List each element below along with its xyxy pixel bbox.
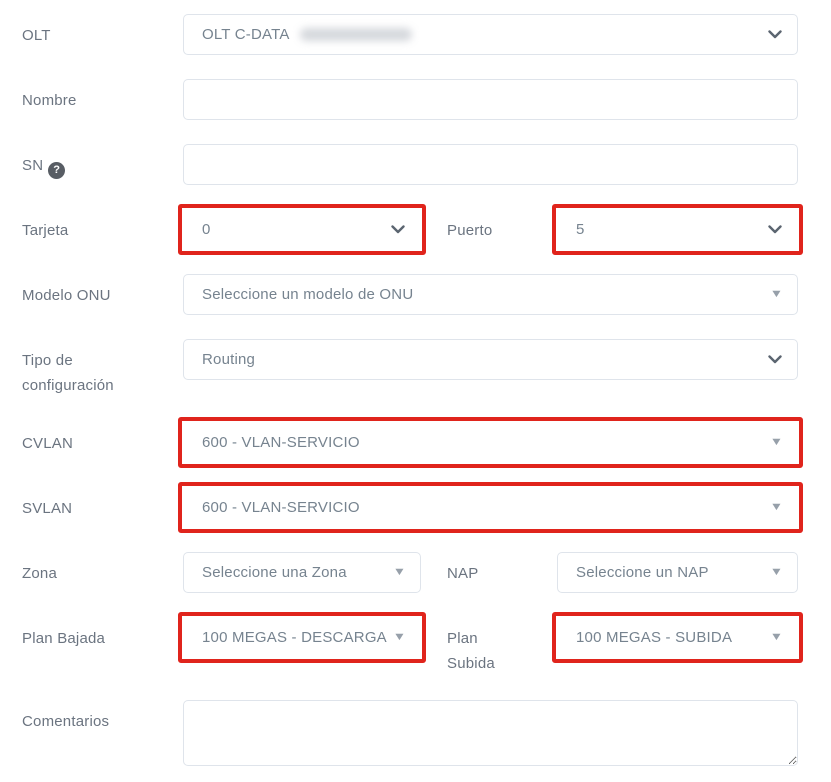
modelo-onu-selected-value: Seleccione un modelo de ONU — [202, 286, 413, 303]
plan-bajada-highlight-outline: 100 MEGAS - DESCARGA ▼ — [178, 612, 426, 663]
form-row-zona-nap: Zona Seleccione una Zona ▼ NAP Seleccion… — [22, 552, 798, 593]
form-row-sn: SN? — [22, 144, 798, 185]
chevron-down-icon — [768, 30, 782, 39]
nombre-label-text: Nombre — [22, 92, 77, 109]
tarjeta-highlight-outline: 0 — [178, 204, 426, 255]
nap-selected-value: Seleccione un NAP — [576, 564, 709, 581]
triangle-down-icon: ▼ — [393, 632, 407, 643]
puerto-select[interactable]: 5 — [557, 209, 798, 250]
cvlan-label: CVLAN — [22, 422, 183, 456]
plan-subida-select[interactable]: 100 MEGAS - SUBIDA ▼ — [557, 617, 798, 658]
form-row-comentarios: Comentarios — [22, 700, 798, 766]
form-row-nombre: Nombre — [22, 79, 798, 120]
puerto-selected-value: 5 — [576, 221, 585, 238]
onu-authorization-form: OLT OLT C-DATA Nombre SN? Tarjeta — [0, 0, 831, 782]
svlan-label: SVLAN — [22, 487, 183, 521]
sn-label-text: SN — [22, 157, 43, 174]
puerto-label-text: Puerto — [447, 222, 492, 239]
cvlan-select[interactable]: 600 - VLAN-SERVICIO ▼ — [183, 422, 798, 463]
tarjeta-label: Tarjeta — [22, 209, 183, 243]
tipo-configuracion-label-text: Tipo de configuración — [22, 352, 114, 394]
tipo-configuracion-selected-value: Routing — [202, 351, 255, 368]
cvlan-label-text: CVLAN — [22, 435, 73, 452]
triangle-down-icon: ▼ — [770, 502, 784, 513]
plan-subida-selected-value: 100 MEGAS - SUBIDA — [576, 629, 732, 646]
sn-input[interactable] — [183, 144, 798, 185]
form-row-planes: Plan Bajada 100 MEGAS - DESCARGA ▼ Plan … — [22, 617, 798, 676]
form-row-modelo-onu: Modelo ONU Seleccione un modelo de ONU ▼ — [22, 274, 798, 315]
chevron-down-icon — [768, 225, 782, 234]
modelo-onu-select[interactable]: Seleccione un modelo de ONU ▼ — [183, 274, 798, 315]
comentarios-label-text: Comentarios — [22, 713, 109, 730]
cvlan-highlight-outline: 600 - VLAN-SERVICIO ▼ — [178, 417, 803, 468]
form-row-tipo-configuracion: Tipo de configuración Routing — [22, 339, 798, 398]
cvlan-selected-value: 600 - VLAN-SERVICIO — [202, 434, 360, 451]
form-row-olt: OLT OLT C-DATA — [22, 14, 798, 55]
triangle-down-icon: ▼ — [770, 632, 784, 643]
puerto-label: Puerto — [421, 209, 557, 243]
olt-selected-value: OLT C-DATA — [202, 26, 290, 43]
modelo-onu-label-text: Modelo ONU — [22, 287, 111, 304]
plan-bajada-selected-value: 100 MEGAS - DESCARGA — [202, 629, 387, 646]
chevron-down-icon — [768, 355, 782, 364]
tarjeta-selected-value: 0 — [202, 221, 211, 238]
plan-bajada-label-text: Plan Bajada — [22, 630, 105, 647]
nap-label-text: NAP — [447, 565, 478, 582]
redacted-ip-blur — [300, 28, 412, 41]
svlan-label-text: SVLAN — [22, 500, 72, 517]
triangle-down-icon: ▼ — [770, 437, 784, 448]
tarjeta-select[interactable]: 0 — [183, 209, 421, 250]
svlan-highlight-outline: 600 - VLAN-SERVICIO ▼ — [178, 482, 803, 533]
form-row-tarjeta-puerto: Tarjeta 0 Puerto 5 — [22, 209, 798, 250]
comentarios-textarea[interactable] — [183, 700, 798, 766]
modelo-onu-label: Modelo ONU — [22, 274, 183, 308]
form-row-svlan: SVLAN 600 - VLAN-SERVICIO ▼ — [22, 487, 798, 528]
plan-bajada-select[interactable]: 100 MEGAS - DESCARGA ▼ — [183, 617, 421, 658]
chevron-down-icon — [391, 225, 405, 234]
nombre-input[interactable] — [183, 79, 798, 120]
nap-select[interactable]: Seleccione un NAP ▼ — [557, 552, 798, 593]
nombre-label: Nombre — [22, 79, 183, 113]
olt-select[interactable]: OLT C-DATA — [183, 14, 798, 55]
tarjeta-label-text: Tarjeta — [22, 222, 68, 239]
svlan-select[interactable]: 600 - VLAN-SERVICIO ▼ — [183, 487, 798, 528]
olt-label: OLT — [22, 14, 183, 48]
triangle-down-icon: ▼ — [770, 289, 784, 300]
plan-bajada-label: Plan Bajada — [22, 617, 183, 651]
tipo-configuracion-select[interactable]: Routing — [183, 339, 798, 380]
sn-label: SN? — [22, 144, 183, 179]
nap-label: NAP — [421, 552, 557, 586]
tipo-configuracion-label: Tipo de configuración — [22, 339, 183, 398]
zona-select[interactable]: Seleccione una Zona ▼ — [183, 552, 421, 593]
triangle-down-icon: ▼ — [770, 567, 784, 578]
plan-subida-highlight-outline: 100 MEGAS - SUBIDA ▼ — [552, 612, 803, 663]
puerto-highlight-outline: 5 — [552, 204, 803, 255]
comentarios-label: Comentarios — [22, 700, 183, 734]
triangle-down-icon: ▼ — [393, 567, 407, 578]
help-question-icon[interactable]: ? — [48, 162, 65, 179]
zona-label: Zona — [22, 552, 183, 586]
plan-subida-label: Plan Subida — [421, 617, 557, 676]
olt-label-text: OLT — [22, 27, 51, 44]
svlan-selected-value: 600 - VLAN-SERVICIO — [202, 499, 360, 516]
zona-selected-value: Seleccione una Zona — [202, 564, 347, 581]
form-row-cvlan: CVLAN 600 - VLAN-SERVICIO ▼ — [22, 422, 798, 463]
zona-label-text: Zona — [22, 565, 57, 582]
plan-subida-label-text: Plan Subida — [447, 630, 495, 672]
